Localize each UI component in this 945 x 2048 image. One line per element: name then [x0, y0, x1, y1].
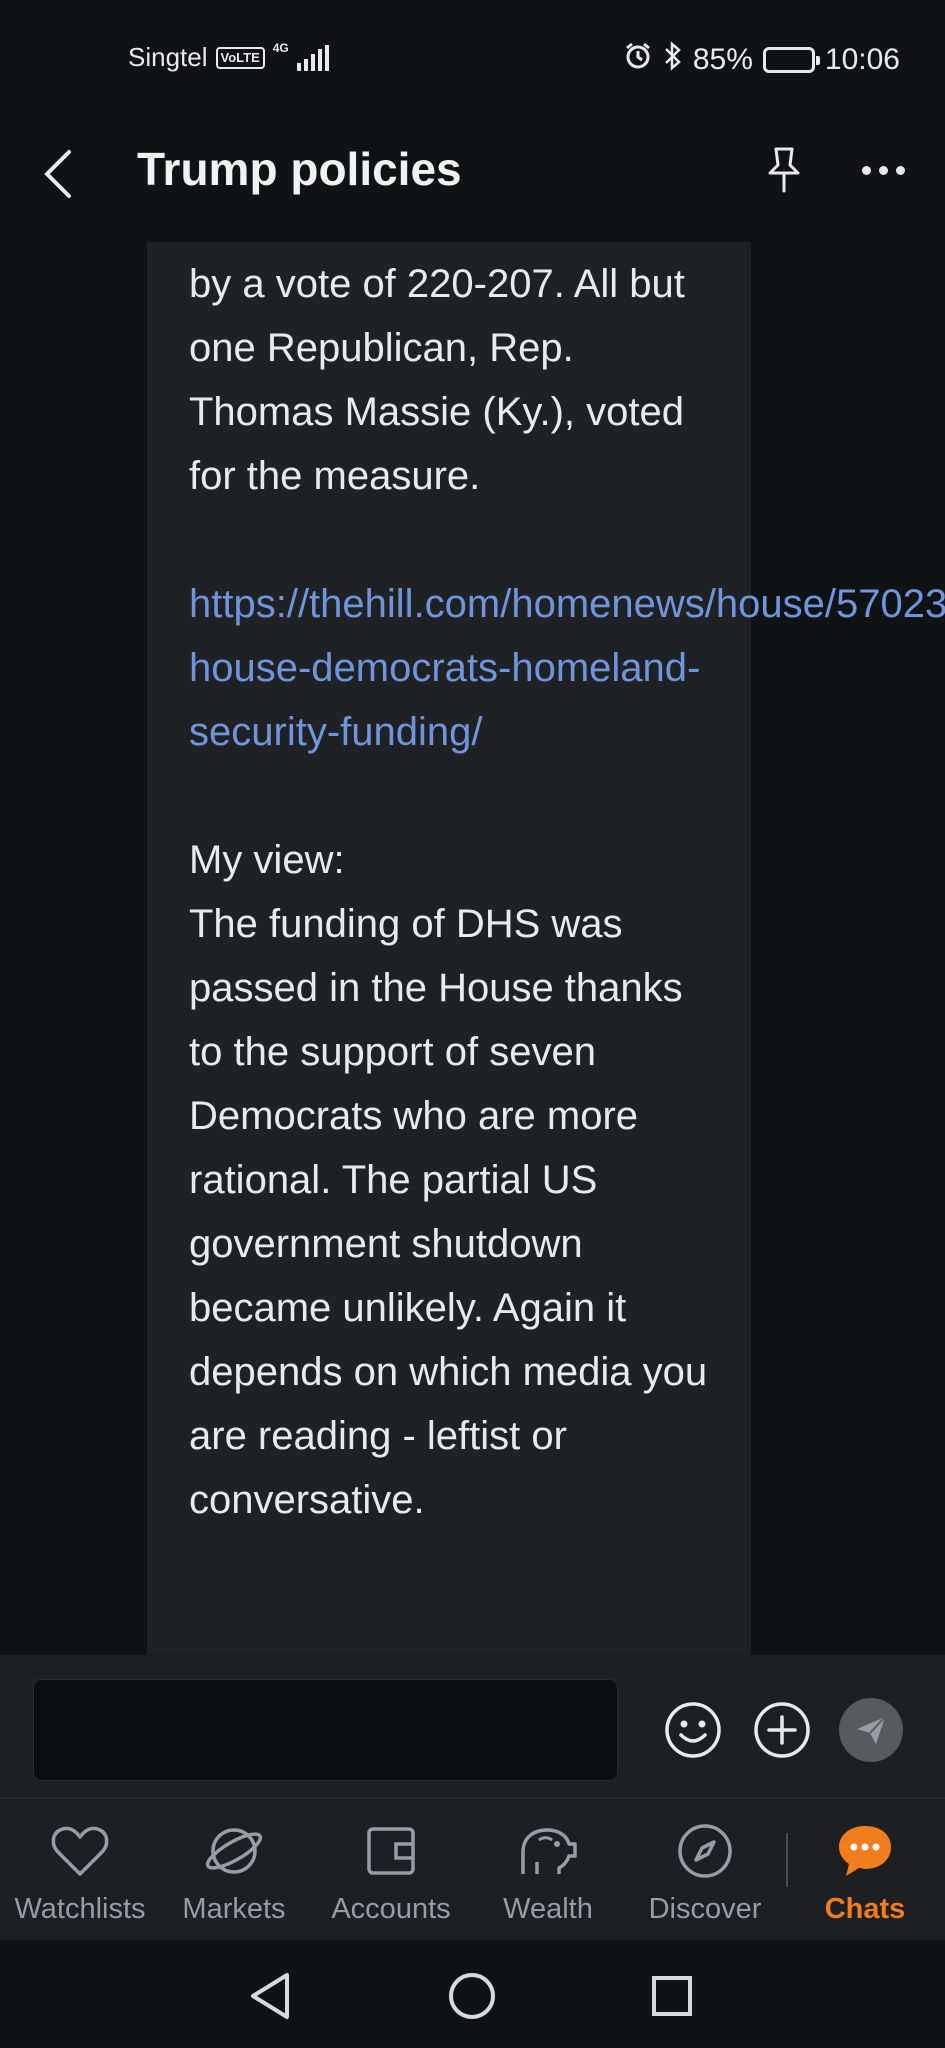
nav-label: Chats [824, 1893, 906, 1925]
chat-header: Trump policies [0, 120, 945, 240]
more-dot-icon [878, 165, 888, 175]
signal-strength-icon [296, 44, 329, 71]
nav-item-accounts[interactable]: Accounts [311, 1819, 471, 1926]
system-nav-bar [0, 1940, 945, 2048]
system-recents-button[interactable] [642, 1968, 702, 2024]
battery-icon [762, 47, 820, 73]
message-bubble[interactable]: by a vote of 220-207. All but one Republ… [147, 242, 945, 1655]
send-button[interactable] [839, 1698, 903, 1762]
page-title: Trump policies [137, 143, 462, 195]
back-button[interactable] [28, 144, 88, 204]
nav-item-chats[interactable]: Chats [785, 1819, 945, 1926]
pin-button[interactable] [756, 140, 812, 200]
add-attachment-button[interactable] [753, 1701, 811, 1759]
planet-icon [205, 1828, 263, 1874]
more-dot-icon [895, 165, 905, 175]
bottom-nav: Watchlists Markets Accounts Wealth Disco… [0, 1798, 945, 1940]
system-home-button[interactable] [442, 1968, 502, 2024]
chat-messages[interactable]: by a vote of 220-207. All but one Republ… [0, 240, 945, 1655]
pin-icon [768, 147, 800, 193]
message-paragraph: by a vote of 220-207. All but one Republ… [189, 262, 685, 498]
nav-label: Watchlists [14, 1893, 146, 1925]
system-back-button[interactable] [240, 1968, 300, 2024]
nav-item-watchlists[interactable]: Watchlists [0, 1819, 160, 1926]
bluetooth-icon [663, 40, 683, 80]
heart-icon [51, 1826, 109, 1876]
plus-circle-icon [754, 1702, 810, 1758]
smiley-icon [665, 1702, 721, 1758]
chat-bubble-icon [839, 1826, 891, 1876]
emoji-button[interactable] [664, 1701, 722, 1759]
clock: 10:06 [824, 43, 900, 76]
piggy-bank-icon [521, 1828, 577, 1874]
message-text: by a vote of 220-207. All but one Republ… [189, 252, 945, 1532]
message-spacer [189, 508, 719, 572]
alarm-icon [623, 41, 653, 79]
network-type: 4G [272, 40, 289, 55]
carrier-name: Singtel [128, 42, 208, 72]
message-link[interactable]: https://thehill.com/homenews/house/57023… [189, 572, 945, 764]
message-input[interactable] [33, 1679, 618, 1781]
message-spacer [189, 764, 719, 828]
square-recents-icon [652, 1976, 692, 2016]
message-composer [0, 1655, 945, 1798]
triangle-back-icon [251, 1973, 289, 2019]
message-paragraph: The funding of DHS was passed in the Hou… [189, 902, 708, 1522]
status-bar: Singtel VoLTE 4G 85% 10:06 [0, 0, 945, 120]
more-options-button[interactable] [850, 140, 916, 200]
nav-label: Markets [182, 1893, 286, 1925]
nav-label: Discover [648, 1893, 762, 1925]
nav-item-markets[interactable]: Markets [154, 1819, 314, 1926]
status-right: 85% 10:06 [623, 40, 900, 80]
nav-label: Wealth [503, 1893, 593, 1925]
status-left: Singtel VoLTE 4G [128, 40, 329, 73]
chevron-left-icon [44, 150, 71, 198]
nav-item-wealth[interactable]: Wealth [468, 1819, 628, 1926]
message-paragraph: My view: [189, 838, 345, 882]
circle-home-icon [449, 1973, 495, 2019]
nav-item-discover[interactable]: Discover [625, 1819, 785, 1926]
wallet-icon [367, 1827, 415, 1875]
nav-label: Accounts [331, 1893, 451, 1925]
more-dot-icon [861, 165, 871, 175]
volte-badge: VoLTE [215, 46, 265, 69]
paper-plane-icon [857, 1716, 886, 1744]
battery-percent: 85% [692, 43, 753, 76]
compass-icon [678, 1824, 732, 1878]
